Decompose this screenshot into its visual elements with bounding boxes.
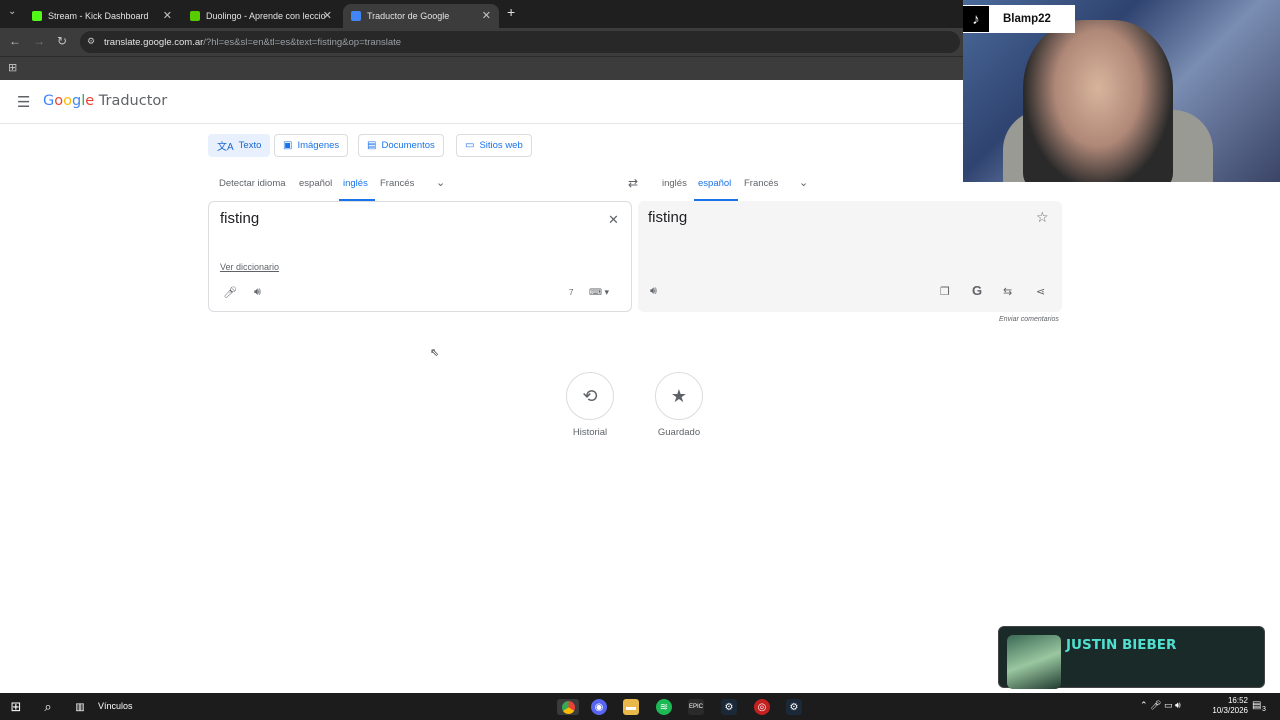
history-icon: ⟲ [582, 385, 598, 406]
clock-time: 16:52 [1227, 696, 1248, 705]
site-info-icon[interactable]: ⚙ [87, 36, 95, 47]
history-button[interactable]: ⟲ [566, 372, 614, 420]
tab-duolingo[interactable]: Duolingo - Aprende con leccio ✕ [182, 4, 340, 28]
tab-title: Traductor de Google [367, 11, 450, 21]
epic-games-icon[interactable]: EPIC [688, 699, 704, 715]
tab-label: Imágenes [297, 140, 340, 151]
duolingo-icon [190, 11, 200, 21]
tab-search-icon[interactable]: ⌄ [8, 6, 16, 17]
star-icon: ★ [670, 385, 688, 406]
source-text-panel[interactable]: fisting ✕ Ver diccionario 🎤︎ 🔊︎ 7 ⌨ ▾ [208, 201, 632, 312]
copy-icon[interactable]: ❐ [940, 285, 950, 298]
share-icon[interactable]: ⋖ [1036, 285, 1045, 298]
chrome-icon[interactable] [557, 699, 579, 715]
tab-title: Duolingo - Aprende con leccio [206, 11, 326, 21]
document-icon: ▤ [367, 140, 377, 151]
back-icon[interactable]: ← [9, 34, 21, 48]
swap-languages-icon[interactable]: ⇄ [628, 176, 638, 190]
microphone-icon[interactable]: 🎤︎ [223, 286, 237, 299]
close-icon[interactable]: ✕ [482, 9, 491, 22]
search-icon[interactable]: ⌕ [40, 699, 56, 715]
feedback-link[interactable]: Enviar comentarios [999, 316, 1059, 323]
clear-text-icon[interactable]: ✕ [608, 212, 619, 228]
google-translate-icon [351, 11, 361, 21]
windows-taskbar: ⊞ ⌕ ▥ Vínculos ◉ ▬ ≋ EPIC ⚙ ◎ ⚙ ⌃ 🎤︎ ▭ 🔊… [0, 693, 1280, 720]
tray-icons[interactable]: ⌃ 🎤︎ ▭ 🔊︎ [1140, 700, 1181, 711]
tiktok-username: Blamp22 [1003, 13, 1051, 25]
source-lang-english[interactable]: inglés [343, 178, 368, 189]
clock-date: 10/3/2026 [1212, 706, 1248, 715]
source-lang-detect[interactable]: Detectar idioma [219, 178, 286, 189]
close-icon[interactable]: ✕ [323, 9, 332, 22]
tab-title: Stream - Kick Dashboard [48, 11, 149, 21]
apps-grid-icon[interactable]: ⊞ [8, 61, 17, 74]
album-art [1007, 635, 1061, 689]
source-lang-more-icon[interactable]: ⌄ [436, 176, 445, 189]
close-icon[interactable]: ✕ [163, 9, 172, 22]
website-icon: ▭ [465, 140, 475, 151]
kick-icon [32, 11, 42, 21]
target-lang-more-icon[interactable]: ⌄ [799, 176, 808, 189]
tab-imagenes[interactable]: ▣ Imágenes [274, 134, 349, 157]
spotify-icon[interactable]: ≋ [656, 699, 672, 715]
target-lang-english[interactable]: inglés [662, 178, 687, 189]
tab-google-translate[interactable]: Traductor de Google ✕ [343, 4, 499, 28]
history-label: Historial [572, 427, 608, 438]
reload-icon[interactable]: ↻ [57, 34, 67, 48]
webcam-person [1023, 20, 1173, 182]
rate-translation-icon[interactable]: ⇆ [1003, 285, 1012, 298]
star-icon[interactable]: ☆ [1036, 209, 1049, 226]
google-search-icon[interactable]: G [972, 283, 982, 298]
logo-google: Google [43, 93, 95, 109]
dictionary-link[interactable]: Ver diccionario [220, 262, 279, 272]
app-icon[interactable]: ◎ [754, 699, 770, 715]
keyboard-icon[interactable]: ⌨ ▾ [589, 287, 609, 298]
target-lang-spanish[interactable]: español [698, 178, 731, 189]
speaker-icon[interactable]: 🔊︎ [254, 286, 261, 299]
translated-text: fisting [648, 209, 688, 226]
links-toolbar-label[interactable]: Vínculos [98, 701, 133, 711]
target-lang-french[interactable]: Francés [744, 178, 778, 189]
saved-label: Guardado [657, 427, 701, 438]
tab-documentos[interactable]: ▤ Documentos [358, 134, 444, 157]
tiktok-badge: ♪ Blamp22 [963, 5, 1075, 33]
task-view-icon[interactable]: ▥ [72, 699, 88, 715]
source-lang-spanish[interactable]: español [299, 178, 332, 189]
image-icon: ▣ [283, 140, 293, 151]
url-host: translate.google.com.ar [104, 36, 204, 48]
source-lang-french[interactable]: Francés [380, 178, 414, 189]
windows-start-icon[interactable]: ⊞ [8, 699, 24, 715]
logo-product: Traductor [98, 93, 168, 109]
translate-icon: 文A [217, 142, 234, 153]
file-explorer-icon[interactable]: ▬ [623, 699, 639, 715]
notification-count: 3 [1262, 706, 1266, 713]
tab-texto[interactable]: 文A Texto [208, 134, 271, 157]
char-count: 7 [569, 288, 574, 297]
notification-icon[interactable]: ▤ [1252, 700, 1261, 711]
forward-icon[interactable]: → [33, 34, 45, 48]
source-text-input[interactable]: fisting [220, 210, 259, 227]
steam-icon[interactable]: ⚙ [786, 699, 802, 715]
now-playing-artist: JUSTIN BIEBER [1066, 637, 1177, 653]
hamburger-icon[interactable]: ☰ [17, 93, 30, 111]
steam-icon[interactable]: ⚙ [721, 699, 737, 715]
system-clock[interactable]: 16:52 10/3/2026 [1212, 696, 1248, 716]
tab-label: Sitios web [479, 140, 523, 151]
new-tab-button[interactable]: + [507, 4, 515, 20]
mouse-cursor: ⇖ [430, 347, 440, 359]
tab-kick[interactable]: Stream - Kick Dashboard ✕ [24, 4, 180, 28]
now-playing-widget: JUSTIN BIEBER [998, 626, 1265, 689]
tab-label: Documentos [381, 140, 435, 151]
tab-sitios-web[interactable]: ▭ Sitios web [456, 134, 532, 157]
tab-label: Texto [238, 140, 262, 151]
discord-icon[interactable]: ◉ [591, 699, 607, 715]
saved-button[interactable]: ★ [655, 372, 703, 420]
speaker-icon[interactable]: 🔊︎ [650, 285, 657, 298]
address-bar[interactable]: ⚙ translate.google.com.ar/?hl=es&sl=en&t… [80, 31, 960, 53]
google-translate-logo[interactable]: Google Traductor [43, 93, 167, 109]
url-path: /?hl=es&sl=en&tl=es&text=fisting&op=tran… [203, 36, 402, 48]
tiktok-icon: ♪ [963, 6, 989, 32]
translation-panel: fisting ☆ 🔊︎ ❐ G ⇆ ⋖ [638, 201, 1062, 312]
